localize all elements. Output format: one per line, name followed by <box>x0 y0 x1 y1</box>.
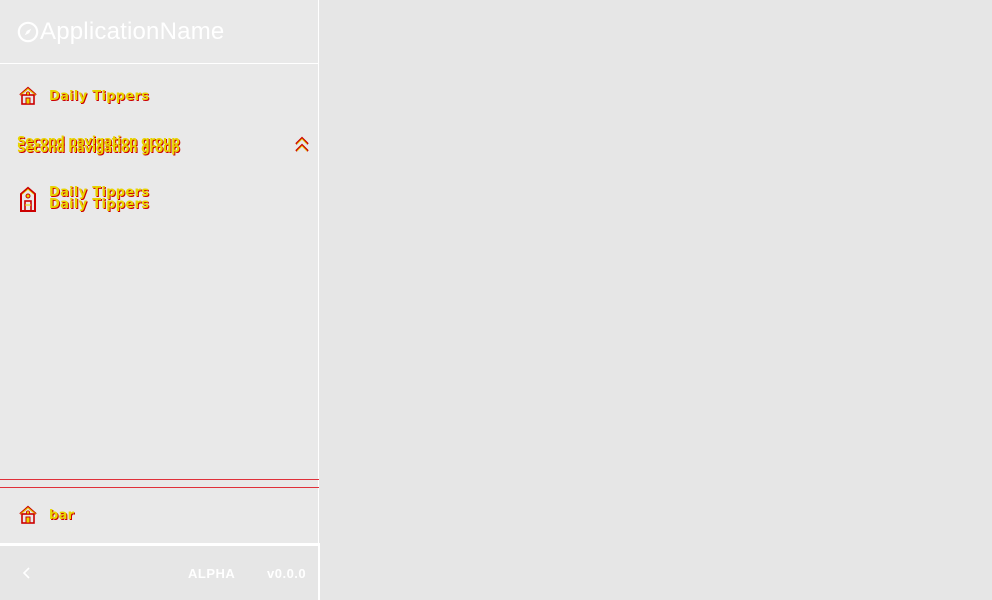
sidebar: ApplicationName Daily Tippers Second nav… <box>0 0 319 600</box>
nav-item-label: Daily Tippers Daily Tippers <box>49 185 150 212</box>
main-content <box>320 0 992 600</box>
divider-line <box>0 487 319 488</box>
chevron-up-double-icon[interactable] <box>294 136 310 154</box>
app-title: ApplicationName <box>40 17 225 45</box>
sidebar-footer: ALPHA v0.0.0 <box>0 543 320 600</box>
nav-item-label: Daily Tippers <box>49 88 150 104</box>
app-window: ApplicationName Daily Tippers Second nav… <box>0 0 992 600</box>
home-icon <box>19 505 37 524</box>
nav-item-daily-tippers[interactable]: Daily Tippers <box>0 84 319 108</box>
home-icon <box>19 86 37 105</box>
building-icon <box>20 186 36 212</box>
stage-badge: ALPHA <box>188 566 236 581</box>
nav-group-header[interactable]: Second navigation group Second navigatio… <box>0 130 319 160</box>
divider-line <box>0 479 319 480</box>
nav-item-label: bar <box>49 507 75 523</box>
compass-icon <box>17 21 39 42</box>
chevron-left-icon[interactable] <box>20 566 34 580</box>
nav-group-item-daily-tippers[interactable]: Daily Tippers Daily Tippers <box>0 185 319 213</box>
app-brand[interactable]: ApplicationName <box>0 0 318 64</box>
nav-item-bar[interactable]: bar <box>0 503 319 527</box>
version-label: v0.0.0 <box>267 566 307 581</box>
nav-group-label: Second navigation group Second navigatio… <box>17 134 180 155</box>
